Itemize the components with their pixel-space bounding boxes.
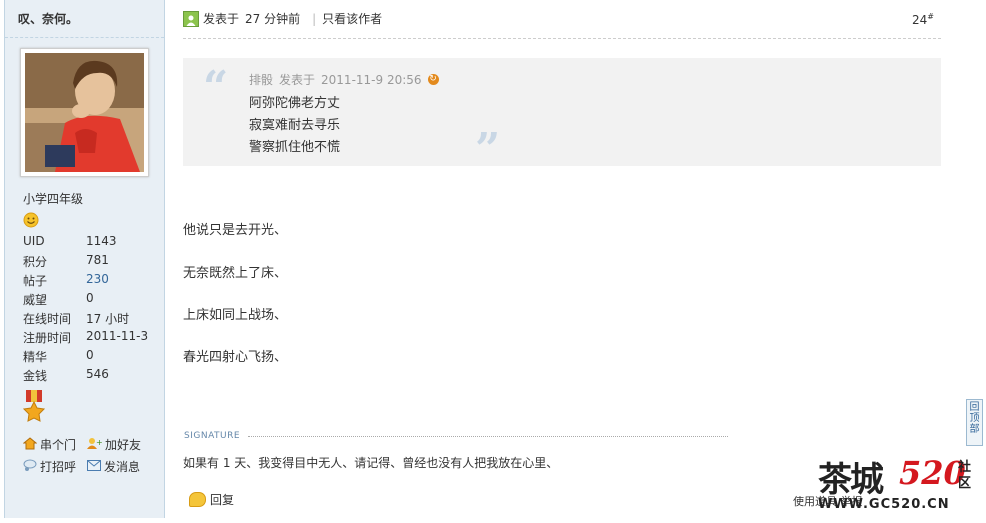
stat-value: 0 <box>86 348 94 362</box>
post-header-divider <box>183 38 941 39</box>
visit-home-button[interactable]: 串个门 <box>22 436 77 453</box>
quote-posted-label: 发表于 <box>279 73 316 87</box>
stat-row: UID 1143 <box>23 234 148 253</box>
envelope-icon <box>87 459 101 474</box>
send-message-label: 发消息 <box>104 460 141 474</box>
user-group[interactable]: 小学四年级 <box>23 190 83 207</box>
quote-open-icon: “ <box>203 62 229 113</box>
add-friend-icon: + <box>87 437 103 453</box>
sidebar-divider <box>5 37 164 38</box>
reply-icon <box>189 492 206 507</box>
stat-key: 威望 <box>23 293 48 307</box>
stat-row: 在线时间 17 小时 <box>23 310 148 329</box>
quote-time: 2011-11-9 20:56 <box>321 72 422 87</box>
stat-row: 注册时间 2011-11-3 <box>23 329 148 348</box>
watermark-url: WWW.GC520.CN <box>818 497 950 512</box>
stat-row: 积分 781 <box>23 253 148 272</box>
signature-divider <box>248 436 728 437</box>
signature-label: SIGNATURE <box>184 431 241 441</box>
online-status-icon <box>183 10 199 27</box>
stat-key: 金钱 <box>23 369 48 383</box>
watermark-suffix: 社区 <box>958 460 972 491</box>
visit-home-label: 串个门 <box>40 438 77 452</box>
stat-key: 帖子 <box>23 274 48 288</box>
site-watermark: 茶城 520 社区 WWW.GC520.CN <box>816 452 982 517</box>
jump-to-post-icon[interactable]: ↻ <box>427 74 439 85</box>
add-friend-button[interactable]: + 加好友 <box>87 436 141 453</box>
svg-text:+: + <box>96 438 102 447</box>
post-body-line: 无奈既然上了床、 <box>183 266 288 281</box>
stat-key: 积分 <box>23 255 48 269</box>
home-icon <box>22 436 38 453</box>
meta-divider: | <box>312 11 317 26</box>
stat-value: 17 小时 <box>86 312 130 326</box>
floor-number[interactable]: 24# <box>912 12 934 27</box>
author-name[interactable]: 叹、奈何。 <box>18 10 78 27</box>
reply-button[interactable]: 回复 <box>189 491 234 508</box>
author-stats: UID 1143 积分 781 帖子 230 威望 0 在线时间 17 小时 注… <box>23 234 148 386</box>
watermark-brand: 茶城 <box>818 460 884 500</box>
post-meta: 发表于 27 分钟前 | 只看该作者 <box>183 10 382 27</box>
stat-row: 金钱 546 <box>23 367 148 386</box>
stat-value-link[interactable]: 230 <box>86 272 109 291</box>
stat-value: 1143 <box>86 234 117 248</box>
posted-label: 发表于 <box>203 12 240 26</box>
stat-row: 威望 0 <box>23 291 148 310</box>
quote-line: 警察抓住他不慌 <box>249 140 341 155</box>
post-body-line: 上床如同上战场、 <box>183 308 288 323</box>
stat-row: 精华 0 <box>23 348 148 367</box>
poke-button[interactable]: 打招呼 <box>23 458 76 475</box>
back-to-top-button[interactable]: 回顶部 <box>966 399 983 446</box>
avatar-image[interactable] <box>25 53 144 172</box>
reply-label: 回复 <box>210 493 235 507</box>
stat-key: 注册时间 <box>23 331 72 345</box>
add-friend-label: 加好友 <box>105 438 142 452</box>
stat-row: 帖子 230 <box>23 272 148 291</box>
stat-value: 781 <box>86 253 109 267</box>
watermark-number: 520 <box>899 454 966 492</box>
quote-block: “ 排骰 发表于 2011-11-9 20:56 ↻ 阿弥陀佛老方丈 寂寞难耐去… <box>183 58 941 175</box>
quote-author: 排骰 <box>249 73 274 87</box>
quote-close-icon: ” <box>475 124 501 175</box>
stat-key: UID <box>23 234 45 248</box>
quote-header: 排骰 发表于 2011-11-9 20:56 ↻ <box>249 71 439 88</box>
send-message-button[interactable]: 发消息 <box>87 458 140 475</box>
post-body-line: 他说只是去开光、 <box>183 223 288 238</box>
author-only-link[interactable]: 只看该作者 <box>322 10 382 27</box>
stat-value: 546 <box>86 367 109 381</box>
stat-key: 在线时间 <box>23 312 72 326</box>
post-body-line: 春光四射心飞扬、 <box>183 350 288 365</box>
quote-line: 寂寞难耐去寻乐 <box>249 118 341 133</box>
stat-key: 精华 <box>23 350 48 364</box>
author-sidebar: 叹、奈何。 小学四年级 UID 1143 积分 781 帖子 230 威望 0 … <box>4 0 165 518</box>
quote-line: 阿弥陀佛老方丈 <box>249 96 341 111</box>
signature-text: 如果有 1 天、我变得目中无人、请记得、曾经也没有人把我放在心里、 <box>183 456 559 470</box>
poke-label: 打招呼 <box>40 460 77 474</box>
stat-value: 2011-11-3 <box>86 329 149 343</box>
medal-icon[interactable] <box>22 390 46 427</box>
smile-level-icon <box>23 212 39 231</box>
stat-value: 0 <box>86 291 94 305</box>
posted-time: 27 分钟前 <box>245 12 301 26</box>
avatar[interactable] <box>20 48 149 177</box>
poke-icon <box>23 459 37 475</box>
